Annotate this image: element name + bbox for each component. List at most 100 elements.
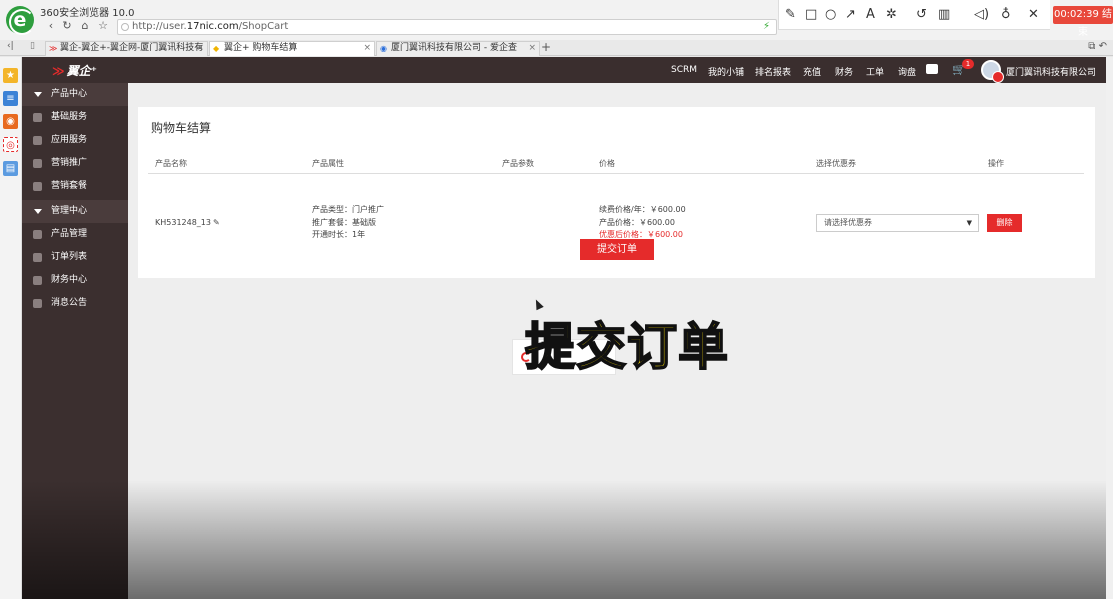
tab-yiqi-home[interactable]: ≫ 翼企-翼企+-翼企网-厦门翼讯科技有 × <box>45 41 208 56</box>
product-name: KH531248_13 ✎ <box>155 217 220 230</box>
trash-icon[interactable]: ▥ <box>938 6 950 24</box>
brand-mark-icon: ≫ <box>52 64 65 78</box>
document-icon[interactable]: ▤ <box>3 161 18 176</box>
undo-icon[interactable]: ↺ <box>916 6 927 24</box>
company-name[interactable]: 厦门翼讯科技有限公司 <box>1006 65 1096 78</box>
nav-recharge[interactable]: 充值 <box>803 65 821 78</box>
nav-scrm[interactable]: SCRM <box>671 65 697 75</box>
back-icon[interactable]: ‹ <box>44 19 58 33</box>
sidebar-item-label: 产品管理 <box>51 229 88 239</box>
app-sidebar: 产品中心 基础服务 应用服务 营销推广 营销套餐 管理中心 产品管理 订单列表 … <box>22 83 128 599</box>
sidebar-item-basic-services[interactable]: 基础服务 <box>22 106 128 129</box>
reload-icon[interactable]: ↻ <box>60 19 74 33</box>
scrollbar-track[interactable] <box>1106 57 1113 599</box>
nav-finance[interactable]: 财务 <box>835 65 853 78</box>
sidebar-item-label: 应用服务 <box>51 135 88 145</box>
mic-icon[interactable]: ♁ <box>1001 6 1011 24</box>
sidebar-item-product-management[interactable]: 产品管理 <box>22 223 128 246</box>
sidebar-item-label: 基础服务 <box>51 112 88 122</box>
brand-logo[interactable]: ≫ 翼企⁺ <box>52 62 97 79</box>
close-tab-icon[interactable]: × <box>528 42 536 55</box>
yiqi-favicon-icon: ≫ <box>49 44 58 53</box>
video-caption: 提交订单 <box>524 317 729 377</box>
text-icon[interactable]: A <box>866 6 875 24</box>
address-bar[interactable]: http://user.17nic.com/ShopCart ⚡ <box>117 19 777 35</box>
home-icon[interactable]: ⌂ <box>78 19 92 33</box>
sidebar-item-label: 财务中心 <box>51 275 88 285</box>
attr-duration: 开通时长：1年 <box>312 230 366 239</box>
magic-icon[interactable]: ✲ <box>886 6 897 24</box>
capture-icon[interactable]: ◎ <box>3 137 18 152</box>
sidebar-group-product-center[interactable]: 产品中心 <box>22 83 128 106</box>
close-icon[interactable]: ✕ <box>1028 6 1039 24</box>
page-title: 购物车结算 <box>151 121 212 135</box>
cart-count-badge: 1 <box>962 59 974 69</box>
col-header-price: 价格 <box>599 159 615 168</box>
brand-text: 翼企⁺ <box>66 64 97 78</box>
sidebar-item-label: 营销套餐 <box>51 181 88 191</box>
sidebar-group-management-center[interactable]: 管理中心 <box>22 200 128 223</box>
reader-icon[interactable]: ≡ <box>3 91 18 106</box>
favorite-star-icon[interactable]: ☆ <box>96 19 110 33</box>
favorites-icon[interactable]: ★ <box>3 68 18 83</box>
sidebar-item-order-list[interactable]: 订单列表 <box>22 246 128 269</box>
header-divider <box>148 173 1084 174</box>
tab-label: 翼企-翼企+-翼企网-厦门翼讯科技有 <box>60 43 204 53</box>
new-tab-button[interactable]: + <box>541 40 551 54</box>
speed-mode-icon[interactable]: ⚡ <box>763 21 770 32</box>
building-icon <box>33 136 42 145</box>
browser-title: 360安全浏览器 10.0 <box>40 8 135 19</box>
sidebar-item-label: 订单列表 <box>51 252 88 262</box>
pen-icon[interactable]: ✎ <box>785 6 796 24</box>
nav-my-shop[interactable]: 我的小铺 <box>708 65 744 78</box>
nav-inquiry[interactable]: 询盘 <box>898 65 916 78</box>
sidebar-item-app-services[interactable]: 应用服务 <box>22 129 128 152</box>
arrow-icon[interactable]: ↗ <box>845 6 856 24</box>
avatar[interactable] <box>981 60 1004 83</box>
sidebar-item-label: 消息公告 <box>51 298 88 308</box>
edit-pencil-icon[interactable]: ✎ <box>213 217 220 230</box>
close-tab-icon[interactable]: × <box>363 42 371 55</box>
sidebar-item-marketing[interactable]: 营销推广 <box>22 152 128 175</box>
product-prices: 续费价格/年：￥600.00 产品价格：￥600.00 优惠后价格：￥600.0… <box>599 204 686 242</box>
product-price: 产品价格：￥600.00 <box>599 217 675 227</box>
tab-bar: ‹| ▯ ≫ 翼企-翼企+-翼企网-厦门翼讯科技有 × ◆ 翼企+ 购物车结算 … <box>0 40 1113 56</box>
coupon-select[interactable]: 请选择优惠券 ▼ <box>816 214 979 232</box>
delete-button[interactable]: 删除 <box>987 214 1022 232</box>
nav-ticket[interactable]: 工单 <box>866 65 884 78</box>
tab-tools-icon[interactable]: ⧉ ↶ <box>1088 41 1107 52</box>
coupon-select-value: 请选择优惠券 <box>824 218 872 227</box>
tab-shopcart[interactable]: ◆ 翼企+ 购物车结算 × <box>209 41 375 56</box>
tab-aiqicha[interactable]: ◉ 厦门翼讯科技有限公司 - 爱企查 × <box>376 41 540 56</box>
col-header-attributes: 产品属性 <box>312 159 344 168</box>
recording-timer[interactable]: 00:02:39 结束 <box>1053 6 1113 38</box>
tab-scroll-left-icon[interactable]: ‹| <box>7 41 14 51</box>
browser-quick-sidebar: ★ ≡ ◉ ◎ ▤ <box>0 57 22 599</box>
chevron-down-icon: ▼ <box>966 219 972 227</box>
speaker-icon[interactable]: ◁) <box>974 6 989 24</box>
product-attributes: 产品类型：门户推广 推广套餐：基础版 开通时长：1年 <box>312 204 384 242</box>
security-icon <box>121 23 129 31</box>
annotation-toolbar: ✎ □ ○ ↗ A ✲ ↺ ▥ ◁) ♁ ✕ <box>778 0 1050 30</box>
message-icon[interactable] <box>926 64 938 74</box>
nav-ranking-report[interactable]: 排名报表 <box>755 65 791 78</box>
circle-icon[interactable]: ○ <box>825 6 836 24</box>
sidebar-item-announcements[interactable]: 消息公告 <box>22 292 128 315</box>
col-header-parameters: 产品参数 <box>502 159 534 168</box>
close-tab-icon[interactable]: × <box>196 42 204 55</box>
app-top-nav: ≫ 翼企⁺ SCRM 我的小铺 排名报表 充值 财务 工单 询盘 🛒 1 厦门翼讯… <box>22 57 1106 83</box>
square-icon[interactable]: □ <box>805 6 817 24</box>
gear-icon <box>33 230 42 239</box>
submit-order-button[interactable]: 提交订单 <box>580 239 654 260</box>
money-bag-icon <box>33 276 42 285</box>
cube-icon <box>33 113 42 122</box>
attr-package: 推广套餐：基础版 <box>312 217 376 227</box>
megaphone-icon <box>33 182 42 191</box>
sidebar-item-finance-center[interactable]: 财务中心 <box>22 269 128 292</box>
shopcart-favicon-icon: ◆ <box>213 44 220 53</box>
sidebar-item-marketing-package[interactable]: 营销套餐 <box>22 175 128 198</box>
bar-chart-icon <box>33 159 42 168</box>
tab-list-icon[interactable]: ▯ <box>30 41 35 51</box>
weibo-icon[interactable]: ◉ <box>3 114 18 129</box>
aiqicha-favicon-icon: ◉ <box>380 44 387 53</box>
